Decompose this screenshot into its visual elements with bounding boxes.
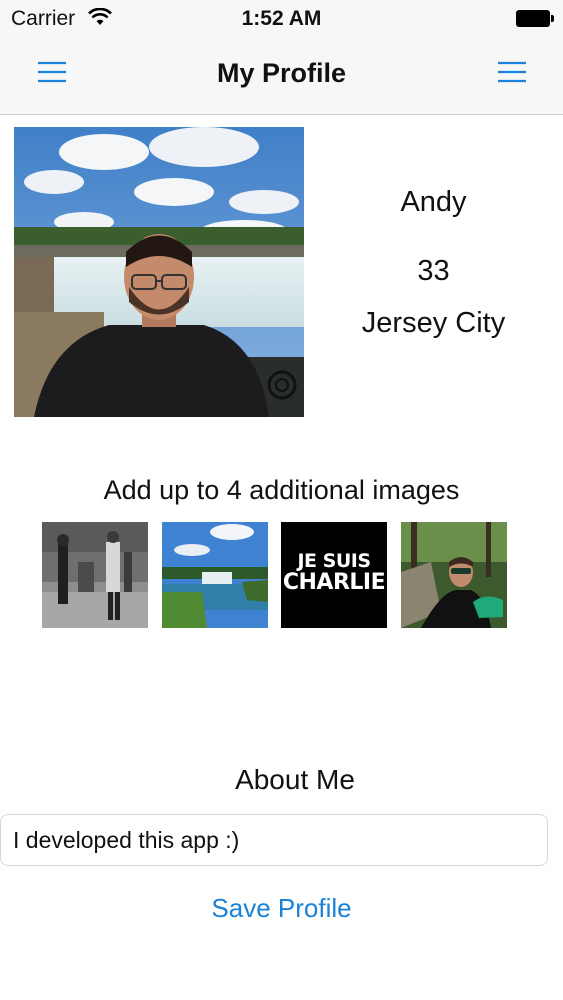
je-suis-text: JE SUIS (297, 550, 371, 572)
profile-photo[interactable] (14, 127, 304, 417)
about-me-title: About Me (235, 764, 355, 795)
navigation-bar: My Profile (0, 38, 563, 115)
additional-image-1[interactable] (42, 522, 148, 628)
profile-name: Andy (400, 186, 467, 218)
forest-photo-image (401, 522, 507, 628)
status-time: 1:52 AM (241, 7, 322, 30)
save-profile-button[interactable]: Save Profile (0, 893, 563, 924)
waterfall-photo-image (162, 522, 268, 628)
additional-image-2[interactable] (162, 522, 268, 628)
additional-image-4[interactable] (401, 522, 507, 628)
street-photo-image (42, 522, 148, 628)
about-me-field[interactable]: I developed this app :) (0, 814, 548, 866)
hamburger-menu-icon-right[interactable] (496, 56, 528, 88)
additional-images-title: Add up to 4 additional images (103, 475, 460, 505)
profile-age: 33 (417, 255, 450, 287)
profile-city: Jersey City (361, 307, 506, 339)
battery-icon (516, 10, 554, 27)
status-bar: Carrier 1:52 AM (0, 0, 563, 38)
profile-photo-image (14, 127, 304, 417)
charlie-text: CHARLIE (282, 570, 386, 595)
additional-image-3[interactable]: JE SUIS CHARLIE (281, 522, 387, 628)
page-title: My Profile (216, 58, 347, 88)
